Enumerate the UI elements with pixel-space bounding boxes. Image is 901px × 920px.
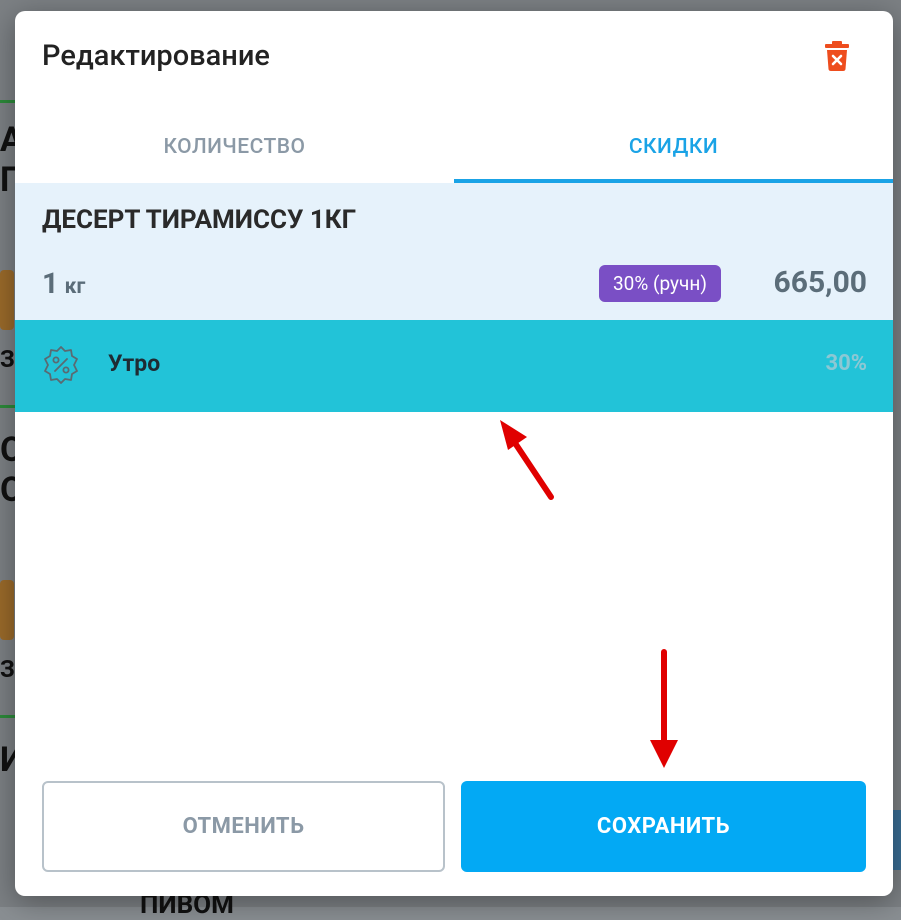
background-divider — [0, 715, 15, 718]
background-image — [0, 270, 14, 330]
tab-discounts[interactable]: СКИДКИ — [454, 111, 893, 183]
quantity-unit: кг — [64, 275, 86, 299]
edit-dialog: Редактирование КОЛИЧЕСТВО СКИДКИ ДЕСЕРТ … — [15, 11, 893, 896]
percent-badge-icon — [41, 345, 81, 385]
dialog-title: Редактирование — [42, 39, 270, 73]
discount-item-morning[interactable]: Утро 30% — [15, 320, 893, 412]
item-price: 665,00 — [773, 265, 867, 300]
discount-badge: 30% (ручн) — [599, 265, 721, 302]
save-button[interactable]: СОХРАНИТЬ — [461, 781, 866, 872]
tab-quantity[interactable]: КОЛИЧЕСТВО — [15, 111, 454, 183]
quantity-value: 1 — [42, 267, 59, 301]
discount-name: Утро — [108, 350, 161, 377]
background-divider — [0, 405, 15, 408]
trash-icon[interactable] — [825, 41, 849, 71]
cancel-button[interactable]: ОТМЕНИТЬ — [42, 781, 445, 872]
background-text: З — [0, 655, 15, 683]
order-item: ДЕСЕРТ ТИРАМИССУ 1КГ 1 кг 30% (ручн) 665,… — [15, 183, 893, 320]
background-image — [0, 580, 14, 640]
background-text: З — [0, 345, 15, 373]
item-name: ДЕСЕРТ ТИРАМИССУ 1КГ — [42, 205, 357, 235]
background-divider — [0, 100, 15, 103]
discount-percent: 30% — [825, 351, 867, 376]
tab-bar: КОЛИЧЕСТВО СКИДКИ — [15, 111, 893, 183]
item-quantity: 1 кг — [42, 267, 85, 301]
